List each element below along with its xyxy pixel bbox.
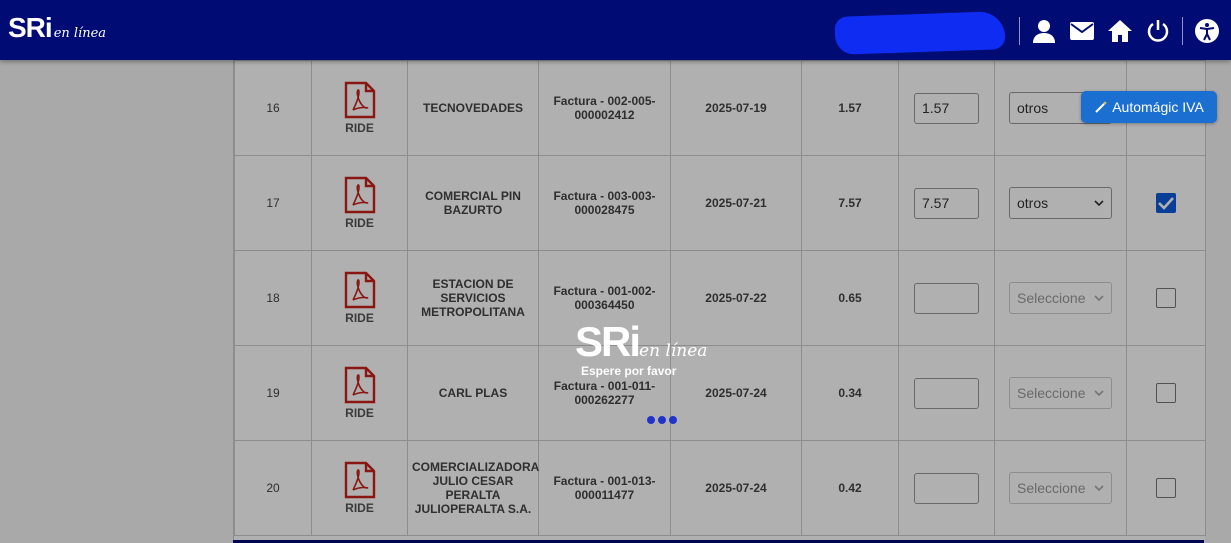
loading-dots — [647, 416, 677, 424]
home-icon[interactable] — [1104, 15, 1136, 47]
divider — [1182, 17, 1183, 45]
power-icon[interactable] — [1142, 15, 1174, 47]
loading-message: Espere por favor — [581, 364, 677, 378]
automagic-iva-button[interactable]: Automágic IVA — [1081, 91, 1217, 123]
loader-logo: SRien línea — [575, 318, 708, 365]
accessibility-icon[interactable] — [1191, 15, 1223, 47]
top-bar: SRi en línea — [0, 0, 1231, 60]
sri-logo[interactable]: SRi en línea — [8, 12, 106, 44]
divider — [1019, 17, 1020, 45]
redacted-username — [834, 11, 1006, 55]
loading-overlay — [0, 60, 1231, 543]
loading-indicator: SRien línea Espere por favor — [575, 318, 755, 438]
user-icon[interactable] — [1028, 15, 1060, 47]
header-icons — [1011, 14, 1223, 48]
mail-icon[interactable] — [1066, 15, 1098, 47]
magic-wand-icon — [1095, 101, 1108, 113]
